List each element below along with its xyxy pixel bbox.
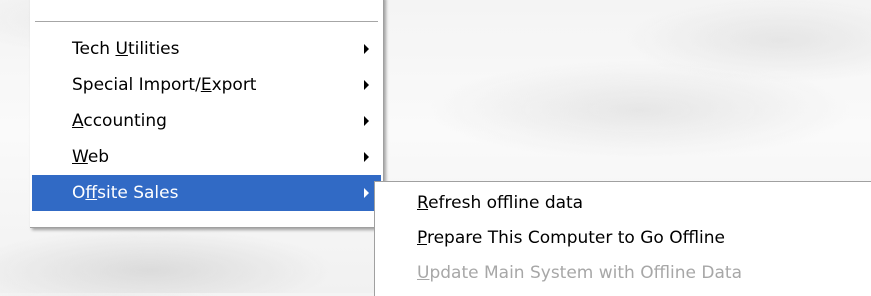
menu-separator — [35, 21, 378, 22]
access-key: W — [72, 147, 88, 167]
submenu-arrow-icon — [364, 80, 369, 90]
label-text: Tech — [72, 39, 116, 59]
label-text: xport — [211, 75, 257, 95]
label-text: repare This Computer to Go Offline — [426, 228, 725, 248]
label-text: tilities — [127, 39, 180, 59]
menu-item-label: Web — [72, 147, 109, 167]
menu-item-list: Tech Utilities Special Import/Export Acc… — [32, 31, 381, 211]
menu-item-tech-utilities[interactable]: Tech Utilities — [32, 31, 381, 67]
submenu-item-list: Refresh offline data Prepare This Comput… — [375, 186, 871, 291]
submenu-item-update-main-system: Update Main System with Offline Data — [375, 256, 871, 291]
submenu-arrow-icon — [364, 116, 369, 126]
context-menu: Tech Utilities Special Import/Export Acc… — [30, 0, 384, 228]
access-key: f — [85, 183, 98, 203]
menu-item-label: Special Import/Export — [72, 75, 256, 95]
access-key: E — [200, 75, 212, 95]
access-key: R — [417, 193, 429, 213]
menu-item-accounting[interactable]: Accounting — [32, 103, 381, 139]
submenu-arrow-icon — [364, 44, 369, 54]
menu-item-offsite-sales[interactable]: Offsite Sales — [32, 175, 381, 211]
menu-item-special-import-export[interactable]: Special Import/Export — [32, 67, 381, 103]
access-key: U — [417, 263, 430, 283]
submenu-arrow-icon — [364, 188, 369, 198]
menu-item-label: Tech Utilities — [72, 39, 179, 59]
label-text: eb — [87, 147, 110, 167]
submenu-item-refresh-offline-data[interactable]: Refresh offline data — [375, 186, 871, 221]
label-text: ccounting — [83, 111, 167, 131]
menu-item-label: Offsite Sales — [72, 183, 178, 203]
label-text: fsite Sales — [97, 183, 179, 203]
access-key: U — [115, 39, 128, 59]
label-text: Special Import/ — [72, 75, 201, 95]
label-text: pdate Main System with Offline Data — [429, 263, 743, 283]
submenu-item-prepare-computer-offline[interactable]: Prepare This Computer to Go Offline — [375, 221, 871, 256]
access-key: P — [417, 228, 427, 248]
menu-item-web[interactable]: Web — [32, 139, 381, 175]
label-text: O — [72, 183, 86, 203]
submenu-arrow-icon — [364, 152, 369, 162]
desktop-background: Tech Utilities Special Import/Export Acc… — [0, 0, 871, 296]
offsite-sales-submenu: Refresh offline data Prepare This Comput… — [374, 181, 871, 296]
access-key: A — [72, 111, 84, 131]
menu-item-label: Accounting — [72, 111, 167, 131]
label-text: efresh offline data — [428, 193, 584, 213]
